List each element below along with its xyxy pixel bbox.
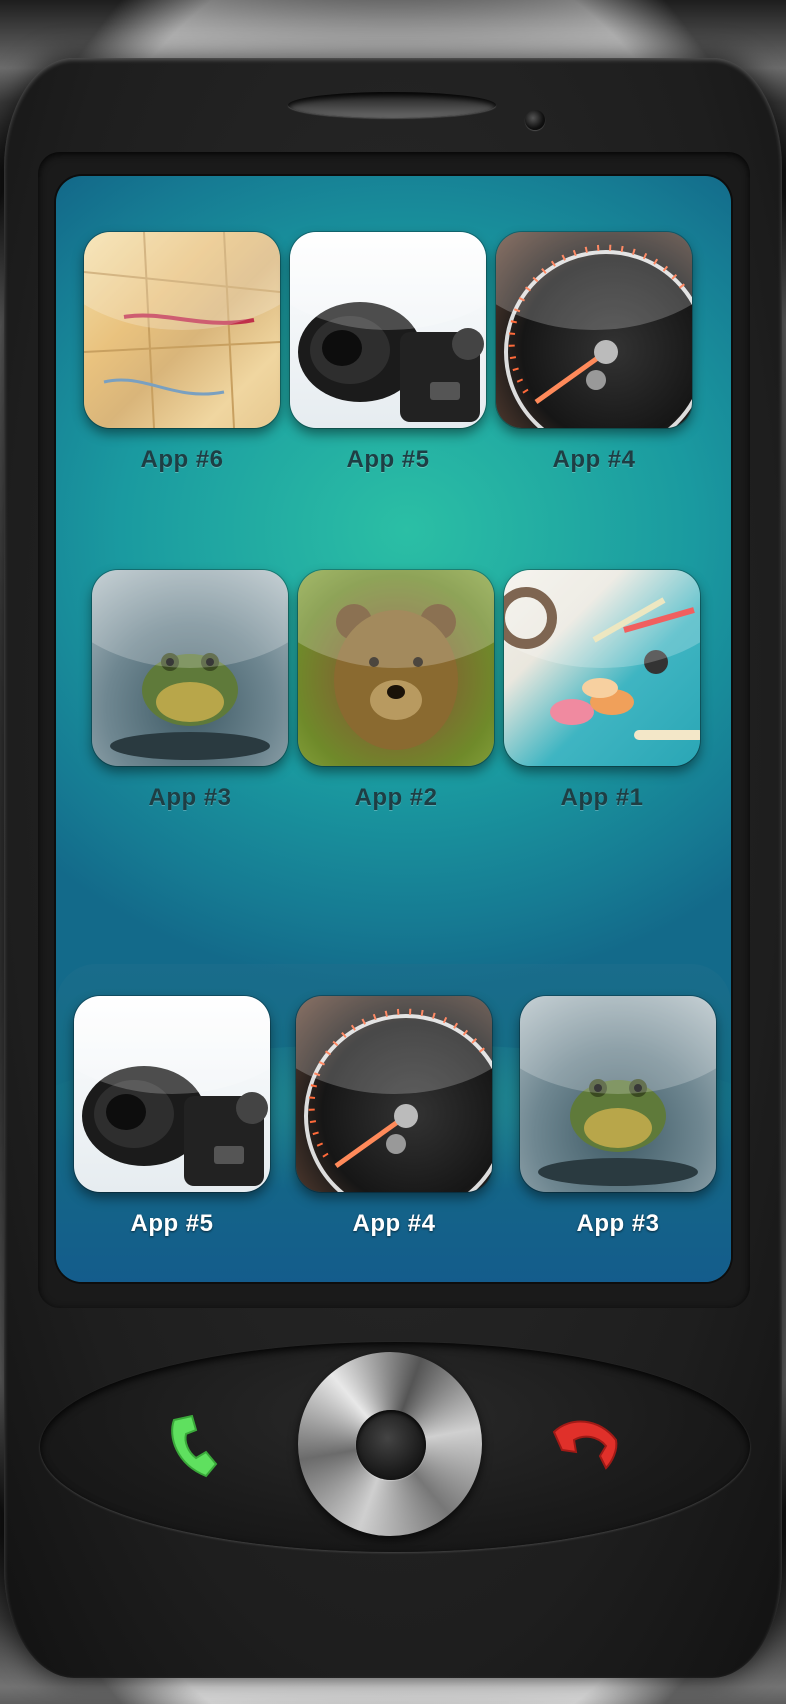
craft-tools-icon[interactable] <box>504 570 700 766</box>
app-tile-4[interactable]: App #4 <box>496 232 692 474</box>
nav-center-button[interactable] <box>356 1410 426 1480</box>
app-tile-6[interactable]: App #6 <box>84 232 280 474</box>
app-tile-5[interactable]: App #5 <box>290 232 486 474</box>
dock-app-3[interactable]: App #3 <box>520 996 716 1238</box>
dock-app-label-5: App #5 <box>130 1210 214 1237</box>
speedometer-icon[interactable] <box>296 996 492 1192</box>
camera-icon[interactable] <box>74 996 270 1192</box>
dock-app-label-3: App #3 <box>576 1210 660 1237</box>
dock-app-label-4: App #4 <box>352 1210 436 1237</box>
call-icon <box>171 1414 218 1478</box>
app-label-4: App #4 <box>552 446 636 473</box>
app-label-3: App #3 <box>148 784 232 811</box>
app-tile-3[interactable]: App #3 <box>92 570 288 812</box>
app-tile-2[interactable]: App #2 <box>298 570 494 812</box>
earpiece-speaker <box>288 92 496 118</box>
camera-icon[interactable] <box>290 232 486 428</box>
call-button[interactable] <box>162 1406 242 1486</box>
frog-icon[interactable] <box>92 570 288 766</box>
frog-icon[interactable] <box>520 996 716 1192</box>
bear-icon[interactable] <box>298 570 494 766</box>
app-tile-1[interactable]: App #1 <box>504 570 700 812</box>
map-icon[interactable] <box>84 232 280 428</box>
app-label-1: App #1 <box>560 784 644 811</box>
end-call-icon <box>552 1420 618 1470</box>
home-screen: App #6 App #5 App #4 App #3 App #2 App #… <box>56 176 731 1282</box>
dock-app-4[interactable]: App #4 <box>296 996 492 1238</box>
front-camera-icon <box>525 110 545 130</box>
speedometer-icon[interactable] <box>496 232 692 428</box>
app-label-6: App #6 <box>140 446 224 473</box>
end-call-button[interactable] <box>546 1406 626 1486</box>
app-label-5: App #5 <box>346 446 430 473</box>
dock-app-5[interactable]: App #5 <box>74 996 270 1238</box>
app-label-2: App #2 <box>354 784 438 811</box>
